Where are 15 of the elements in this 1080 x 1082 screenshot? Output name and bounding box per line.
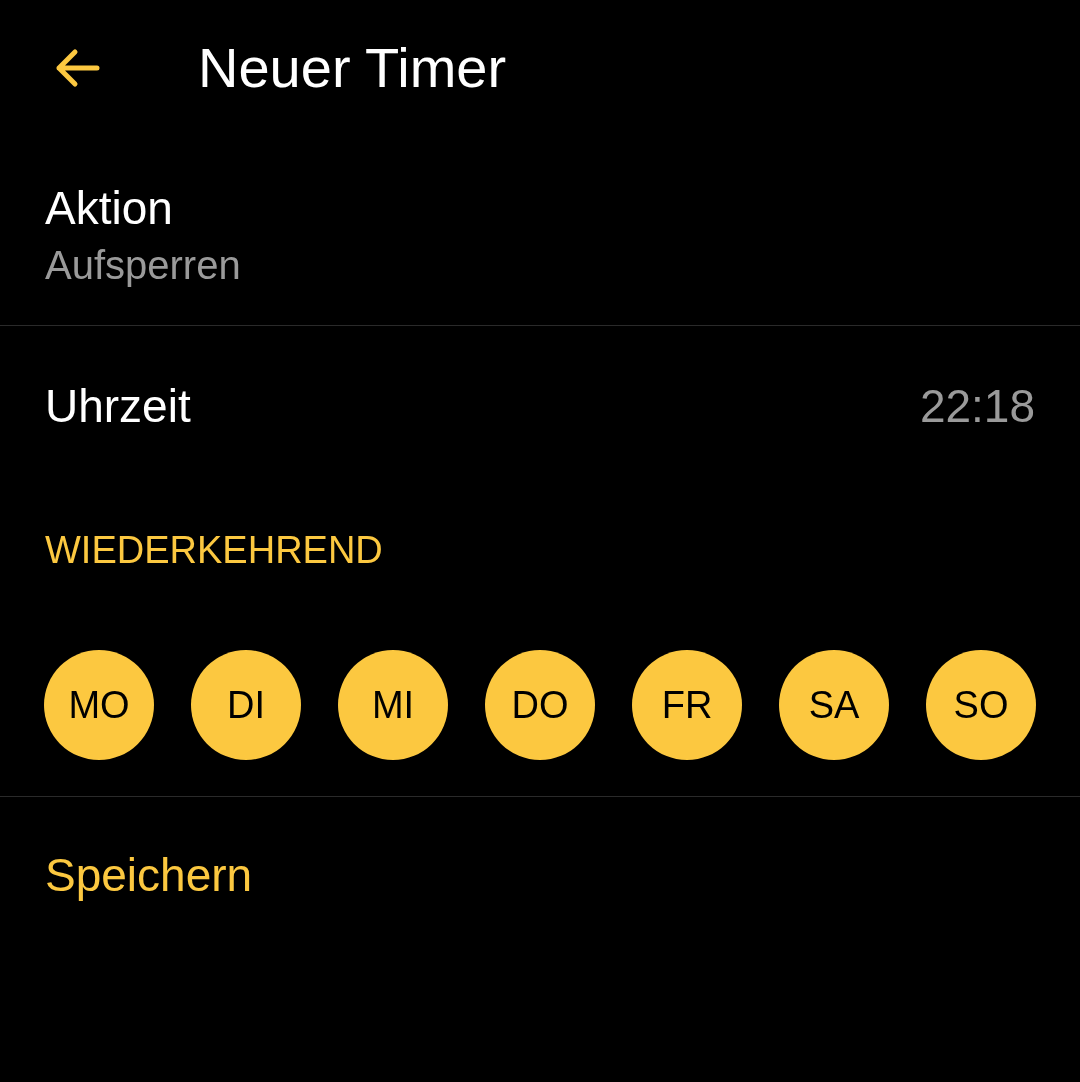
weekday-toggle[interactable]: FR [632, 650, 742, 760]
weekday-toggle[interactable]: DI [191, 650, 301, 760]
time-label: Uhrzeit [45, 383, 191, 429]
action-row[interactable]: Aktion Aufsperren [0, 135, 1080, 326]
screen-title: Neuer Timer [198, 39, 507, 96]
weekday-toggle[interactable]: SA [779, 650, 889, 760]
time-row[interactable]: Uhrzeit 22:18 [0, 326, 1080, 486]
action-label: Aktion [45, 185, 174, 231]
weekday-toggle[interactable]: DO [485, 650, 595, 760]
weekday-toggle[interactable]: MO [44, 650, 154, 760]
weekday-toggle[interactable]: SO [926, 650, 1036, 760]
weekday-toggle[interactable]: MI [338, 650, 448, 760]
action-value: Aufsperren [45, 245, 242, 285]
time-value: 22:18 [919, 383, 1035, 429]
section-heading: WIEDERKEHREND [45, 529, 383, 571]
